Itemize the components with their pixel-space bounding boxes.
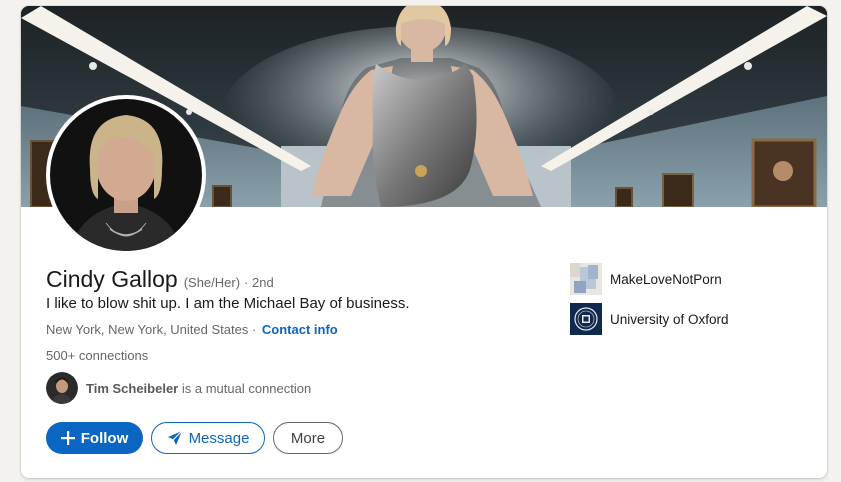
location-text: New York, New York, United States · [46,322,257,337]
oxford-crest-icon [570,303,602,335]
profile-photo[interactable] [46,95,206,255]
mutual-connection-avatar [46,372,78,404]
connections-count[interactable]: 500+ connections [46,348,148,363]
message-button[interactable]: Message [151,422,265,454]
school-name: University of Oxford [610,311,729,327]
more-label: More [290,429,326,447]
follow-button[interactable]: Follow [46,422,143,454]
send-icon [167,430,182,445]
mutual-connection-text: Tim Scheibeler is a mutual connection [86,381,311,396]
profile-photo-image [50,99,202,251]
contact-info-link[interactable]: Contact info [262,322,338,337]
pronouns: (She/Her) [183,275,241,290]
education-school[interactable]: University of Oxford [570,303,729,335]
message-label: Message [188,429,250,447]
mutual-connection-name: Tim Scheibeler [86,380,179,396]
connection-degree: · 2nd [244,275,274,290]
mutual-connection-suffix: is a mutual connection [178,380,312,396]
current-company[interactable]: MakeLoveNotPorn [570,263,722,295]
follow-label: Follow [80,429,129,447]
company-name: MakeLoveNotPorn [610,271,722,287]
mutual-connection[interactable]: Tim Scheibeler is a mutual connection [46,372,311,404]
plus-icon [60,431,75,445]
company-logo-placeholder-icon [570,263,602,295]
profile-headline: I like to blow shit up. I am the Michael… [46,295,410,312]
profile-name-row: Cindy Gallop (She/Her) · 2nd [46,266,274,293]
profile-card: Cindy Gallop (She/Her) · 2nd I like to b… [21,6,827,478]
profile-actions: Follow Message More [46,422,343,454]
profile-name: Cindy Gallop [46,266,178,292]
location-row: New York, New York, United States · Cont… [46,322,338,337]
more-button[interactable]: More [273,422,343,454]
